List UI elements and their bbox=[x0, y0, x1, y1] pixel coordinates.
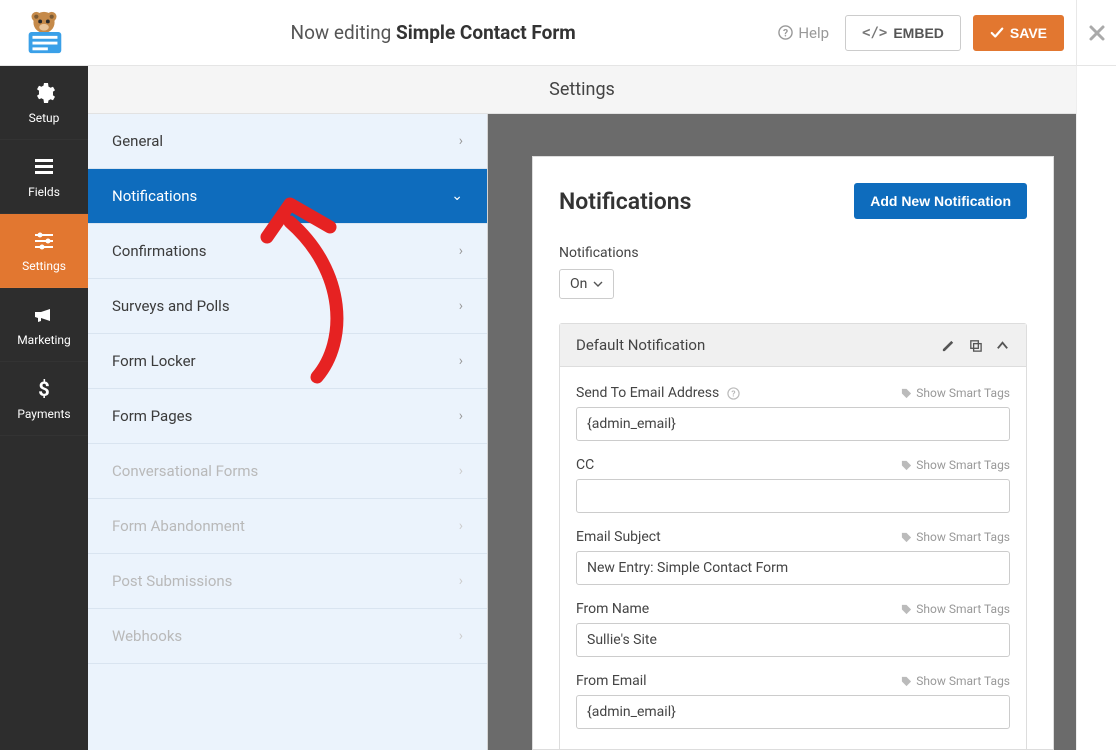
chevron-right-icon: › bbox=[459, 243, 463, 259]
field-cc: CC Show Smart Tags bbox=[576, 457, 1010, 513]
acc-conversational[interactable]: Conversational Forms› bbox=[88, 444, 487, 499]
pencil-icon[interactable] bbox=[941, 338, 956, 353]
rail-settings[interactable]: Settings bbox=[0, 214, 88, 288]
tag-icon bbox=[901, 388, 912, 399]
field-label: From Name bbox=[576, 601, 649, 617]
field-label: CC bbox=[576, 457, 594, 473]
copy-icon[interactable] bbox=[968, 338, 983, 353]
app-logo bbox=[0, 9, 88, 57]
embed-button[interactable]: </> EMBED bbox=[845, 15, 961, 51]
chevron-right-icon: › bbox=[459, 518, 463, 534]
rail-payments[interactable]: $ Payments bbox=[0, 362, 88, 436]
smart-tags-toggle[interactable]: Show Smart Tags bbox=[901, 602, 1010, 616]
notifications-toggle-label: Notifications bbox=[559, 245, 1027, 261]
chevron-right-icon: › bbox=[459, 573, 463, 589]
acc-form-locker[interactable]: Form Locker› bbox=[88, 334, 487, 389]
field-from-email: From Email Show Smart Tags bbox=[576, 673, 1010, 729]
acc-post-submissions[interactable]: Post Submissions› bbox=[88, 554, 487, 609]
acc-general[interactable]: General› bbox=[88, 114, 487, 169]
chevron-right-icon: › bbox=[459, 408, 463, 424]
smart-tags-toggle[interactable]: Show Smart Tags bbox=[901, 386, 1010, 400]
field-from-name: From Name Show Smart Tags bbox=[576, 601, 1010, 657]
chevron-right-icon: › bbox=[459, 298, 463, 314]
notification-actions bbox=[941, 338, 1010, 353]
topbar: Now editing Simple Contact Form ? Help <… bbox=[0, 0, 1116, 66]
field-label: Email Subject bbox=[576, 529, 661, 545]
tag-icon bbox=[901, 532, 912, 543]
chevron-up-icon[interactable] bbox=[995, 338, 1010, 353]
page-title: Now editing Simple Contact Form bbox=[88, 21, 778, 44]
help-icon: ? bbox=[778, 25, 793, 40]
notification-body: Send To Email Address ? Show Smart Tags … bbox=[560, 367, 1026, 750]
notifications-toggle[interactable]: On bbox=[559, 269, 614, 299]
chevron-right-icon: › bbox=[459, 628, 463, 644]
chevron-right-icon: › bbox=[459, 133, 463, 149]
field-subject: Email Subject Show Smart Tags bbox=[576, 529, 1010, 585]
help-link[interactable]: ? Help bbox=[778, 24, 829, 42]
sliders-icon bbox=[32, 229, 56, 253]
bullhorn-icon bbox=[32, 303, 56, 327]
notification-block: Default Notification Send To Email Addre… bbox=[559, 323, 1027, 750]
tag-icon bbox=[901, 676, 912, 687]
smart-tags-toggle[interactable]: Show Smart Tags bbox=[901, 458, 1010, 472]
acc-form-pages[interactable]: Form Pages› bbox=[88, 389, 487, 444]
panel-header: Notifications Add New Notification bbox=[559, 183, 1027, 219]
canvas: Notifications Add New Notification Notif… bbox=[488, 114, 1076, 750]
check-icon bbox=[990, 26, 1004, 40]
chevron-down-icon: ⌄ bbox=[451, 188, 463, 204]
field-label: Send To Email Address ? bbox=[576, 385, 740, 401]
acc-notifications[interactable]: Notifications⌄ bbox=[88, 169, 487, 224]
rail-marketing[interactable]: Marketing bbox=[0, 288, 88, 362]
notification-block-header: Default Notification bbox=[560, 324, 1026, 367]
tag-icon bbox=[901, 604, 912, 615]
subject-input[interactable] bbox=[576, 551, 1010, 585]
acc-webhooks[interactable]: Webhooks› bbox=[88, 609, 487, 664]
form-name: Simple Contact Form bbox=[396, 21, 576, 44]
from-email-input[interactable] bbox=[576, 695, 1010, 729]
nav-rail: Setup Fields Settings Marketing $ Paymen… bbox=[0, 66, 88, 750]
editing-prefix: Now editing bbox=[291, 21, 392, 44]
dollar-icon: $ bbox=[32, 377, 56, 401]
smart-tags-toggle[interactable]: Show Smart Tags bbox=[901, 530, 1010, 544]
right-gutter bbox=[1076, 66, 1116, 750]
send-to-input[interactable] bbox=[576, 407, 1010, 441]
list-icon bbox=[32, 155, 56, 179]
code-icon: </> bbox=[862, 25, 887, 41]
svg-text:$: $ bbox=[38, 377, 49, 401]
svg-text:?: ? bbox=[732, 389, 736, 399]
tag-icon bbox=[901, 460, 912, 471]
from-name-input[interactable] bbox=[576, 623, 1010, 657]
add-notification-button[interactable]: Add New Notification bbox=[854, 183, 1027, 219]
close-icon bbox=[1087, 23, 1107, 43]
panel-title: Notifications bbox=[559, 188, 691, 215]
svg-text:?: ? bbox=[783, 26, 788, 39]
cc-input[interactable] bbox=[576, 479, 1010, 513]
chevron-right-icon: › bbox=[459, 463, 463, 479]
chevron-down-icon bbox=[593, 279, 603, 289]
notifications-panel: Notifications Add New Notification Notif… bbox=[532, 156, 1054, 750]
rail-fields[interactable]: Fields bbox=[0, 140, 88, 214]
acc-confirmations[interactable]: Confirmations› bbox=[88, 224, 487, 279]
chevron-right-icon: › bbox=[459, 353, 463, 369]
save-button[interactable]: SAVE bbox=[973, 15, 1064, 51]
field-label: From Email bbox=[576, 673, 647, 689]
close-button[interactable] bbox=[1076, 0, 1116, 66]
acc-form-abandonment[interactable]: Form Abandonment› bbox=[88, 499, 487, 554]
notification-name: Default Notification bbox=[576, 336, 705, 354]
settings-accordion: General› Notifications⌄ Confirmations› S… bbox=[88, 114, 488, 750]
gear-icon bbox=[32, 81, 56, 105]
rail-setup[interactable]: Setup bbox=[0, 66, 88, 140]
acc-surveys[interactable]: Surveys and Polls› bbox=[88, 279, 487, 334]
field-send-to: Send To Email Address ? Show Smart Tags bbox=[576, 385, 1010, 441]
smart-tags-toggle[interactable]: Show Smart Tags bbox=[901, 674, 1010, 688]
settings-header: Settings bbox=[88, 66, 1076, 114]
help-icon[interactable]: ? bbox=[727, 387, 740, 400]
